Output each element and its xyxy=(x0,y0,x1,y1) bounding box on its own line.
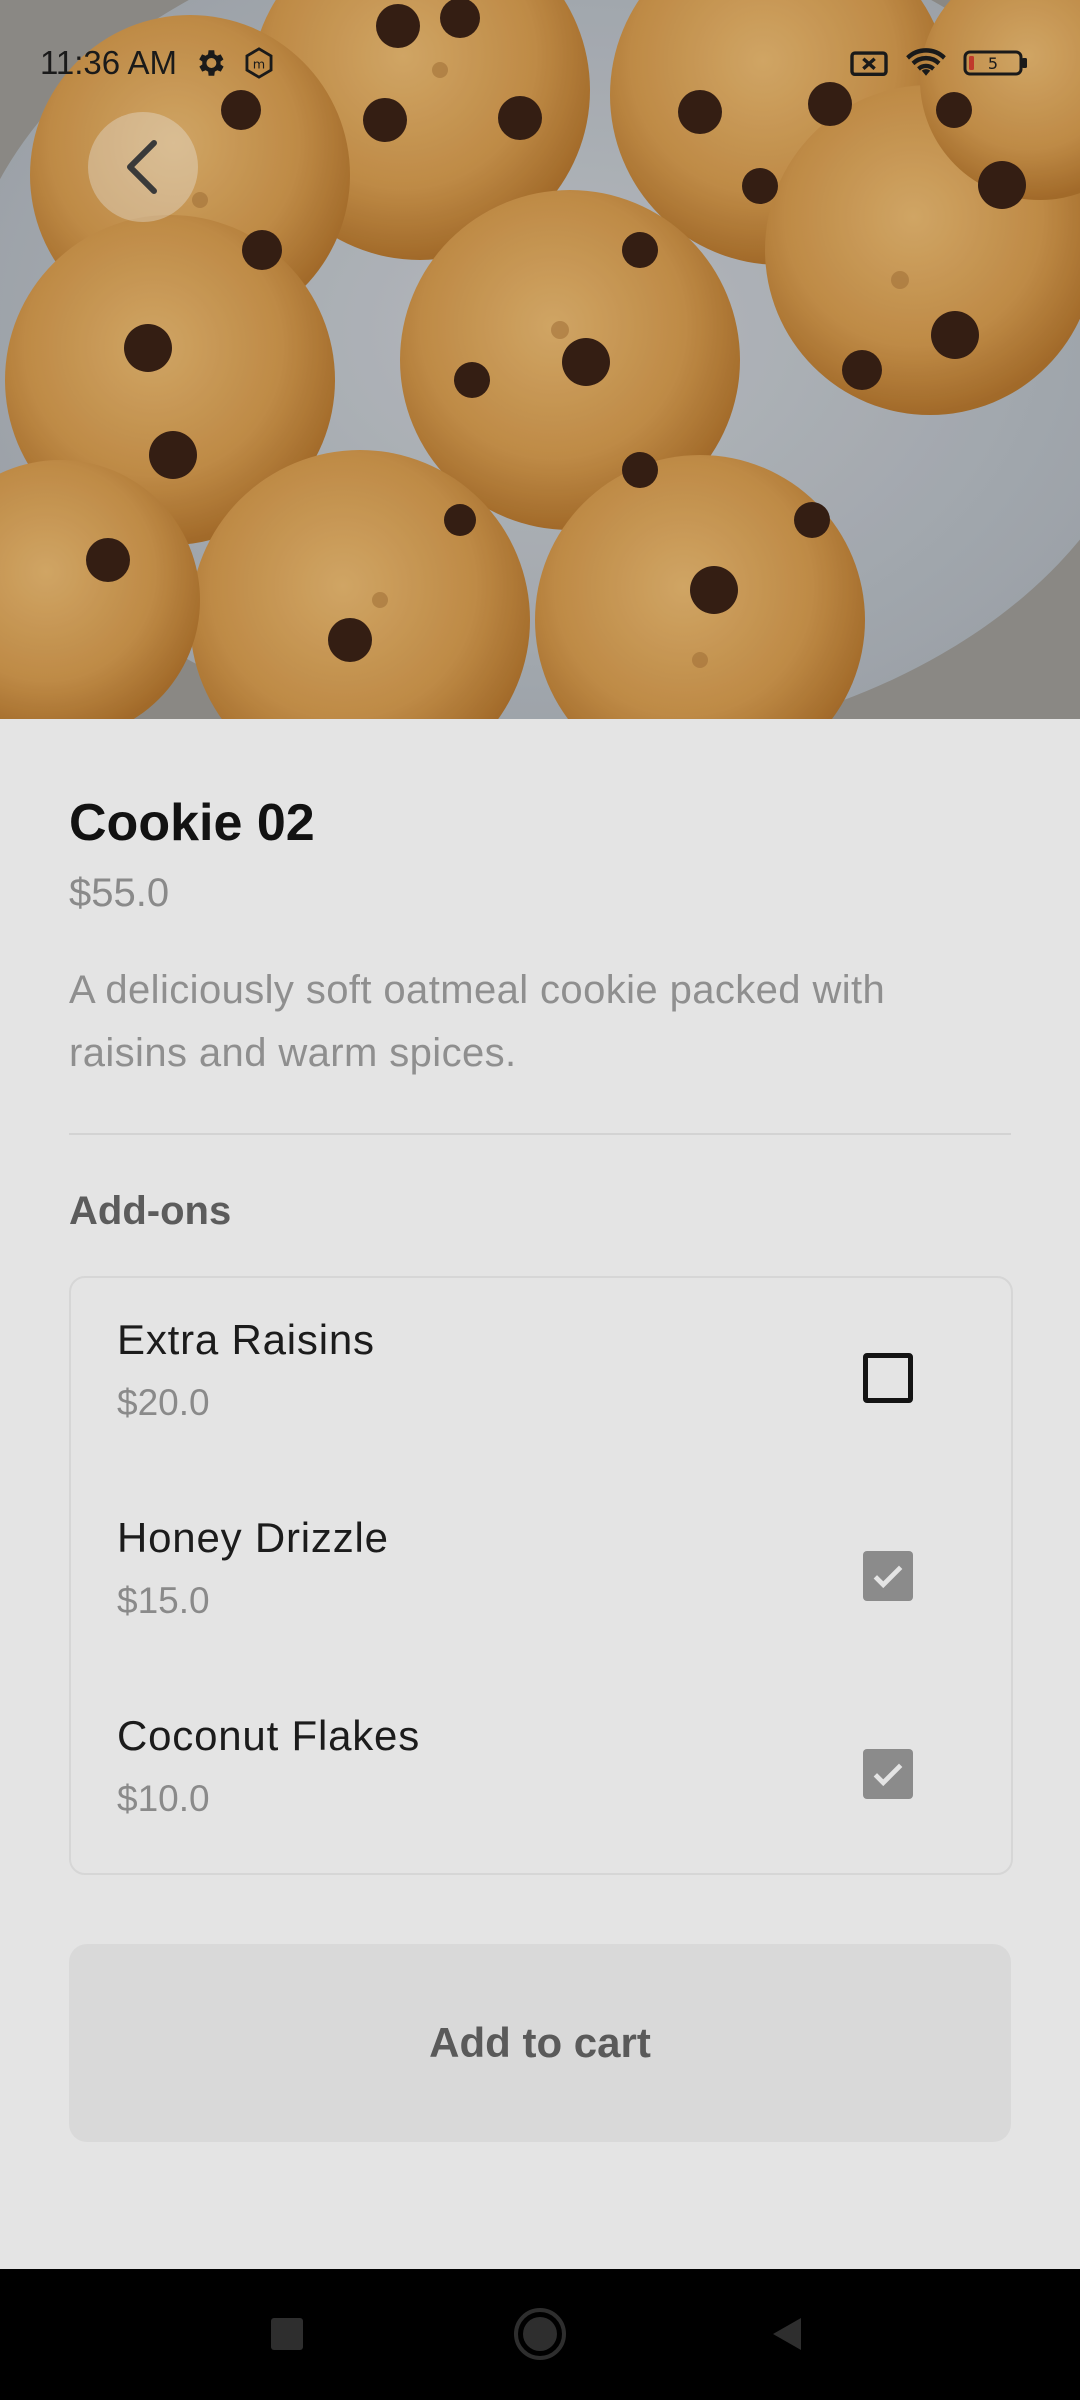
battery-icon: 5 xyxy=(963,46,1029,80)
add-to-cart-button[interactable]: Add to cart xyxy=(69,1944,1011,2142)
settings-icon xyxy=(193,46,227,80)
product-title: Cookie 02 xyxy=(69,794,315,852)
back-nav-button[interactable] xyxy=(752,2299,822,2369)
no-sim-icon xyxy=(849,46,889,80)
svg-text:m: m xyxy=(253,58,265,73)
product-detail-screen: 11:36 AM m 5 Cookie 02 $55.0 A delicious… xyxy=(0,0,1080,2400)
system-nav-bar xyxy=(0,2269,1080,2400)
addon-name: Coconut Flakes xyxy=(117,1712,421,1759)
checkmark-icon xyxy=(873,1565,903,1589)
home-button[interactable] xyxy=(505,2299,575,2369)
addon-row-honey-drizzle[interactable]: Honey Drizzle $15.0 xyxy=(71,1476,1011,1674)
back-triangle-icon xyxy=(773,2318,801,2350)
recents-square-icon xyxy=(271,2318,303,2350)
addon-price: $20.0 xyxy=(117,1382,210,1423)
recents-button[interactable] xyxy=(252,2299,322,2369)
addon-checkbox-extra-raisins[interactable] xyxy=(863,1353,913,1403)
status-bar: 11:36 AM m 5 xyxy=(0,0,1080,130)
addon-row-coconut-flakes[interactable]: Coconut Flakes $10.0 xyxy=(71,1674,1011,1872)
addon-name: Extra Raisins xyxy=(117,1316,375,1363)
wifi-icon xyxy=(906,46,946,80)
divider xyxy=(69,1133,1011,1135)
status-time: 11:36 AM xyxy=(40,44,177,81)
product-price: $55.0 xyxy=(69,871,170,915)
addon-name: Honey Drizzle xyxy=(117,1514,389,1561)
addon-row-extra-raisins[interactable]: Extra Raisins $20.0 xyxy=(71,1278,1011,1476)
addon-checkbox-coconut-flakes[interactable] xyxy=(863,1749,913,1799)
checkmark-icon xyxy=(873,1763,903,1787)
addons-card: Extra Raisins $20.0 Honey Drizzle $15.0 … xyxy=(69,1276,1013,1875)
battery-level-text: 5 xyxy=(988,54,998,73)
chevron-left-icon xyxy=(127,140,157,194)
app-badge-icon: m xyxy=(242,46,276,80)
addon-price: $10.0 xyxy=(117,1778,210,1819)
back-button[interactable] xyxy=(88,112,198,222)
addon-price: $15.0 xyxy=(117,1580,210,1621)
addon-checkbox-honey-drizzle[interactable] xyxy=(863,1551,913,1601)
home-circle-icon xyxy=(514,2308,566,2360)
product-description: A deliciously soft oatmeal cookie packed… xyxy=(69,968,886,1075)
addons-heading: Add-ons xyxy=(69,1189,232,1233)
